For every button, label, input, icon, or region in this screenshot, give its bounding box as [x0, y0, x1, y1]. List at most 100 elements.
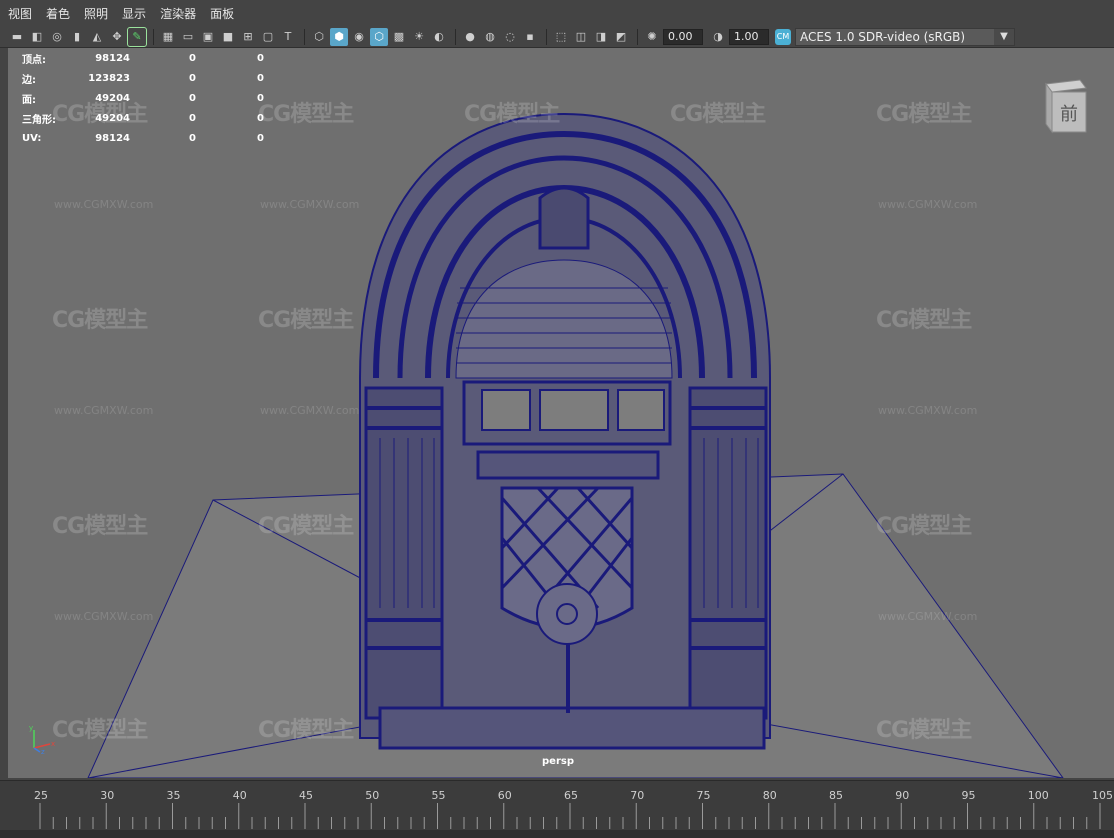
view-cube[interactable]: 前	[1040, 76, 1088, 134]
field-chart-icon[interactable]: ⊞	[239, 28, 257, 46]
wireframe-on-shaded-icon[interactable]: ⬡	[370, 27, 388, 46]
color-space-dropdown[interactable]: ACES 1.0 SDR-video (sRGB) ▼	[795, 27, 1015, 46]
hud-value: 98124	[95, 52, 130, 64]
xray-components-icon[interactable]: ◩	[612, 28, 630, 46]
xray-icon[interactable]: ◫	[572, 28, 590, 46]
film-gate-icon[interactable]: ▭	[179, 28, 197, 46]
hud-value: 49204	[95, 92, 130, 104]
frame-tick-label: 105	[1092, 789, 1113, 802]
screen-space-ao-icon[interactable]: ●	[461, 28, 479, 46]
hud-value: 49204	[95, 112, 130, 124]
hud-label: 边:	[22, 74, 36, 86]
menu-lighting[interactable]: 照明	[84, 5, 108, 22]
wireframe-icon[interactable]: ⬡	[310, 28, 328, 46]
jukebox-model	[359, 112, 771, 750]
view-cube-shape[interactable]: 前	[1040, 76, 1088, 134]
color-management-badge[interactable]: CM	[775, 28, 791, 45]
hud-value: 98124	[95, 132, 130, 144]
hud-value: 123823	[88, 72, 130, 84]
frame-tick-label: 30	[100, 789, 115, 802]
hud-value: 0	[257, 52, 264, 64]
hud-row-triangles: 三角形: 49204 0 0	[22, 108, 264, 128]
frame-tick-label: 90	[895, 789, 910, 802]
hud-value: 0	[257, 112, 264, 124]
xray-joints-icon[interactable]: ◨	[592, 28, 610, 46]
safe-title-icon[interactable]: T	[279, 28, 297, 46]
perspective-viewport[interactable]: 顶点: 98124 0 0 边: 123823 0 0 面: 49204 0 0…	[8, 48, 1114, 778]
smooth-shade-icon[interactable]: ⬢	[330, 27, 348, 46]
use-all-lights-icon[interactable]: ☀	[410, 28, 428, 46]
axis-x-label: x	[51, 740, 55, 748]
axis-z-line	[33, 747, 41, 753]
grease-pencil-icon[interactable]: ✎	[127, 26, 147, 47]
range-slider-strip[interactable]	[0, 830, 1114, 838]
frame-tick-label: 25	[34, 789, 48, 802]
textured-icon[interactable]: ▩	[390, 28, 408, 46]
hud-label: 面:	[22, 94, 36, 106]
frame-tick-label: 60	[497, 789, 512, 802]
toolbar-separator	[546, 28, 547, 45]
depth-of-field-icon[interactable]: ▪	[521, 28, 539, 46]
menu-shading[interactable]: 着色	[46, 5, 70, 22]
menu-panels[interactable]: 面板	[210, 5, 234, 22]
anti-aliasing-icon[interactable]: ◌	[501, 28, 519, 46]
hud-value: 0	[189, 112, 196, 124]
frame-tick-label: 75	[696, 789, 711, 802]
time-slider[interactable]: 25 30 35 40 45 50 55 60 65 70 75 80 85 90 95 100 105	[0, 780, 1114, 830]
hud-value: 0	[189, 92, 196, 104]
shadows-icon[interactable]: ◐	[430, 28, 448, 46]
bookmark-camera-icon[interactable]: ◎	[48, 28, 66, 46]
toolbar-separator	[455, 28, 456, 45]
hud-value: 0	[189, 52, 196, 64]
hud-row-vertices: 顶点: 98124 0 0	[22, 48, 264, 68]
viewport-toolbar: ▬ ◧ ◎ ▮ ◭ ✥ ✎ ▦ ▭ ▣ ■ ⊞ ▢ T ⬡ ⬢ ◉ ⬡ ▩ ☀ …	[0, 26, 1114, 48]
gate-mask-icon[interactable]: ■	[219, 28, 237, 46]
hud-value: 0	[257, 132, 264, 144]
camera-attributes-icon[interactable]: ◧	[28, 28, 46, 46]
frame-tick-label: 35	[166, 789, 181, 802]
grid-icon[interactable]: ▦	[159, 28, 177, 46]
exposure-icon[interactable]: ✺	[643, 28, 661, 46]
toolbar-separator	[637, 28, 638, 45]
hud-row-uvs: UV: 98124 0 0	[22, 128, 264, 148]
view-cube-face-label: 前	[1060, 104, 1078, 125]
menu-renderer[interactable]: 渲染器	[160, 5, 196, 22]
hud-label: UV:	[22, 132, 42, 144]
menu-view[interactable]: 视图	[8, 5, 32, 22]
frame-tick-label: 100	[1027, 789, 1049, 802]
hud-value: 0	[257, 72, 264, 84]
frame-tick-label: 70	[630, 789, 645, 802]
menu-bar: 视图 着色 照明 显示 渲染器 面板	[0, 0, 1114, 26]
frame-tick-label: 50	[365, 789, 380, 802]
exposure-field[interactable]	[663, 28, 703, 45]
2d-pan-zoom-icon[interactable]: ✥	[108, 28, 126, 46]
frame-tick-label: 85	[829, 789, 843, 802]
hud-value: 0	[189, 72, 196, 84]
toolbar-separator	[304, 28, 305, 45]
isolate-select-icon[interactable]: ⬚	[552, 28, 570, 46]
gamma-field[interactable]	[729, 28, 769, 45]
gamma-icon[interactable]: ◑	[709, 28, 727, 46]
toolbar-separator	[153, 28, 154, 45]
hud-label: 三角形:	[22, 114, 56, 126]
frame-tick-label: 45	[299, 789, 313, 802]
frame-tick-label: 40	[232, 789, 247, 802]
bookmark-icon[interactable]: ▮	[68, 28, 86, 46]
chevron-down-icon[interactable]: ▼	[994, 28, 1014, 45]
default-material-icon[interactable]: ◉	[350, 28, 368, 46]
hud-value: 0	[257, 92, 264, 104]
frame-tick-label: 80	[762, 789, 777, 802]
axis-y-label: y	[29, 724, 33, 732]
image-plane-icon[interactable]: ◭	[88, 28, 106, 46]
motion-blur-icon[interactable]: ◍	[481, 28, 499, 46]
menu-show[interactable]: 显示	[122, 5, 146, 22]
poly-count-hud: 顶点: 98124 0 0 边: 123823 0 0 面: 49204 0 0…	[22, 48, 264, 148]
frame-tick-label: 55	[431, 789, 446, 802]
safe-action-icon[interactable]: ▢	[259, 28, 277, 46]
select-camera-icon[interactable]: ▬	[8, 28, 26, 46]
frame-tick-label: 95	[961, 789, 976, 802]
hud-row-faces: 面: 49204 0 0	[22, 88, 264, 108]
camera-name-label: persp	[542, 756, 574, 767]
axis-z-label: z	[41, 748, 45, 754]
resolution-gate-icon[interactable]: ▣	[199, 28, 217, 46]
